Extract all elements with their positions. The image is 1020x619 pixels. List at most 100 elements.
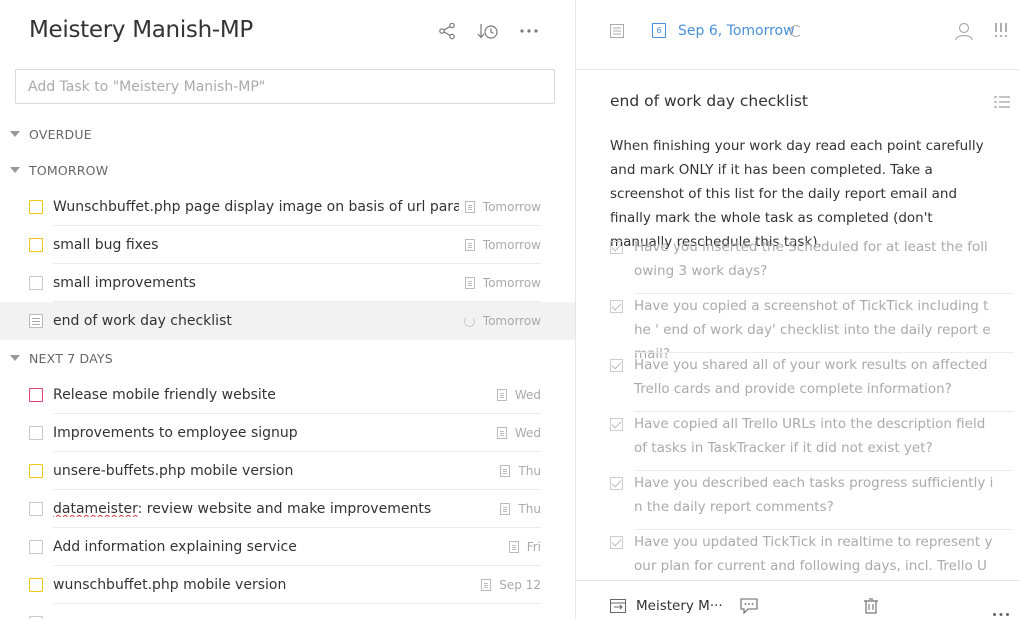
note-icon: [500, 503, 511, 515]
checklist-checkbox-icon[interactable]: [29, 314, 43, 328]
task-checkbox[interactable]: [29, 578, 43, 592]
task-checkbox[interactable]: [29, 200, 43, 214]
comment-icon[interactable]: [740, 598, 758, 619]
detail-toolbar: 6 Sep 6, Tomorrow: [576, 0, 1020, 70]
list-name[interactable]: Meistery M···: [636, 598, 723, 614]
checklist-item[interactable]: Have you copied a screenshot of TickTick…: [610, 294, 1014, 362]
more-icon[interactable]: [992, 604, 1010, 619]
task-row[interactable]: unsere-buffets.php mobile version Thu: [0, 452, 575, 490]
task-title: Wunschbuffet.php page display image on b…: [53, 199, 459, 215]
note-icon: [496, 427, 507, 439]
task-date: Tomorrow: [482, 238, 541, 252]
note-icon: [464, 239, 475, 251]
task-row-selected[interactable]: end of work day checklist Tomorrow: [0, 302, 575, 340]
task-date: Thu: [518, 502, 541, 516]
task-title-rest: : review website and make improvements: [137, 501, 432, 517]
note-icon: [496, 389, 507, 401]
task-title: Improvements to employee signup: [53, 425, 298, 441]
task-row[interactable]: Add information explaining service Fri: [0, 528, 575, 566]
task-date: Fri: [526, 540, 541, 554]
note-icon: [508, 541, 519, 553]
task-row-partial[interactable]: [0, 604, 575, 619]
task-checkbox[interactable]: [29, 540, 43, 554]
task-checkbox[interactable]: [29, 502, 43, 516]
repeat-icon[interactable]: [790, 25, 802, 37]
section-label: OVERDUE: [29, 126, 92, 142]
due-date[interactable]: Sep 6, Tomorrow: [678, 23, 795, 39]
task-row[interactable]: datameister: review website and make imp…: [0, 490, 575, 528]
task-checkbox[interactable]: [29, 276, 43, 290]
task-row[interactable]: wunschbuffet.php mobile version Sep 12: [0, 566, 575, 604]
task-row[interactable]: small bug fixes Tomorrow: [0, 226, 575, 264]
checklist-item-text[interactable]: Have you inserted the Scheduled for at l…: [634, 235, 994, 283]
task-title: unsere-buffets.php mobile version: [53, 463, 294, 479]
note-icon: [464, 201, 475, 213]
task-date: Sep 12: [499, 578, 541, 592]
checked-checkbox-icon[interactable]: [610, 359, 623, 372]
calendar-icon[interactable]: 6: [652, 23, 666, 38]
section-tomorrow[interactable]: TOMORROW: [0, 152, 575, 188]
list-header: Meistery Manish-MP: [0, 0, 575, 62]
checked-checkbox-icon[interactable]: [610, 300, 623, 313]
task-title: end of work day checklist: [53, 313, 232, 329]
checked-checkbox-icon[interactable]: [610, 241, 623, 254]
note-icon: [481, 579, 492, 591]
section-overdue[interactable]: OVERDUE: [0, 116, 575, 152]
caret-down-icon: [10, 131, 20, 137]
task-row[interactable]: Release mobile friendly website Wed: [0, 376, 575, 414]
priority-icon[interactable]: [994, 22, 1008, 43]
list-title: Meistery Manish-MP: [29, 17, 253, 43]
task-date: Thu: [518, 464, 541, 478]
task-title: wunschbuffet.php mobile version: [53, 577, 287, 593]
note-icon: [464, 277, 475, 289]
note-icon: [500, 465, 511, 477]
checked-checkbox-icon[interactable]: [610, 477, 623, 490]
task-checkbox[interactable]: [29, 464, 43, 478]
repeat-icon: [463, 315, 475, 327]
sort-icon[interactable]: [477, 20, 499, 42]
checklist-mode-icon[interactable]: [994, 95, 1010, 109]
more-icon[interactable]: [518, 20, 540, 42]
task-date: Wed: [514, 426, 541, 440]
checklist-item-text[interactable]: Have you shared all of your work results…: [634, 353, 994, 401]
share-icon[interactable]: [436, 20, 458, 42]
checklist-toggle-icon[interactable]: [610, 24, 624, 43]
checklist-item[interactable]: Have you described each tasks progress s…: [610, 471, 1014, 530]
checklist-item[interactable]: Have you shared all of your work results…: [610, 353, 1014, 412]
caret-down-icon: [10, 167, 20, 173]
misspelled-word: datameister: [53, 501, 138, 517]
task-row[interactable]: Improvements to employee signup Wed: [0, 414, 575, 452]
task-checkbox[interactable]: [29, 426, 43, 440]
checklist-item[interactable]: Have you inserted the Scheduled for at l…: [610, 235, 1014, 294]
task-row[interactable]: small improvements Tomorrow: [0, 264, 575, 302]
task-list-pane: Meistery Manish-MP OVERDUE TOMORROW Wuns…: [0, 0, 576, 619]
checked-checkbox-icon[interactable]: [610, 536, 623, 549]
task-date: Wed: [514, 388, 541, 402]
detail-footer: Meistery M···: [576, 580, 1020, 619]
add-task-input[interactable]: [15, 69, 555, 104]
task-detail-pane: 6 Sep 6, Tomorrow end of work day checkl…: [576, 0, 1020, 619]
task-title: small bug fixes: [53, 237, 159, 253]
move-to-list-icon[interactable]: [610, 599, 626, 613]
task-date: Tomorrow: [482, 314, 541, 328]
checklist-item[interactable]: Have you updated TickTick in realtime to…: [610, 530, 1014, 598]
trash-icon[interactable]: [864, 598, 878, 619]
detail-title[interactable]: end of work day checklist: [610, 92, 808, 110]
task-checkbox[interactable]: [29, 238, 43, 252]
section-next-7-days[interactable]: NEXT 7 DAYS: [0, 340, 575, 376]
task-title: Add information explaining service: [53, 539, 297, 555]
task-date: Tomorrow: [482, 200, 541, 214]
checklist-item-text[interactable]: Have copied all Trello URLs into the des…: [634, 412, 994, 460]
checked-checkbox-icon[interactable]: [610, 418, 623, 431]
section-label: TOMORROW: [29, 162, 109, 178]
checklist-item[interactable]: Have copied all Trello URLs into the des…: [610, 412, 1014, 471]
task-checkbox[interactable]: [29, 388, 43, 402]
task-title: small improvements: [53, 275, 196, 291]
checklist-item-text[interactable]: Have you described each tasks progress s…: [634, 471, 994, 519]
task-title: datameister: review website and make imp…: [53, 501, 431, 517]
task-date: Tomorrow: [482, 276, 541, 290]
section-label: NEXT 7 DAYS: [29, 350, 113, 366]
task-row[interactable]: Wunschbuffet.php page display image on b…: [0, 188, 575, 226]
assignee-icon[interactable]: [954, 21, 974, 46]
task-title: Release mobile friendly website: [53, 387, 276, 403]
